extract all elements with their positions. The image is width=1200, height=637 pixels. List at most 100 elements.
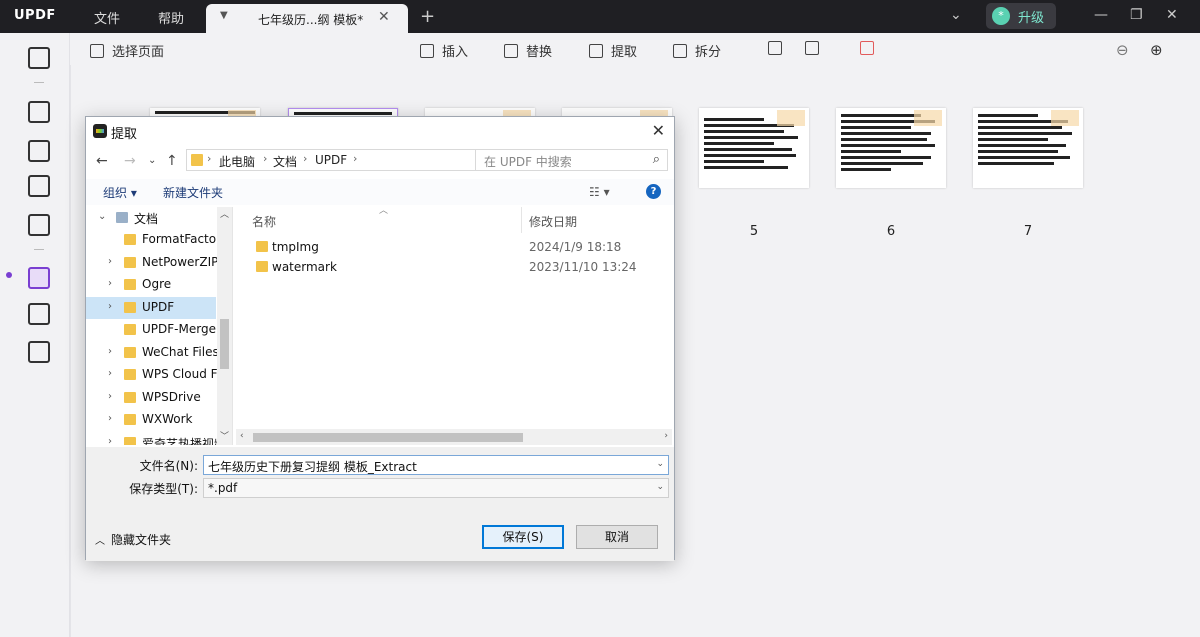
file-name: watermark — [272, 260, 337, 274]
crop-icon[interactable] — [28, 303, 50, 325]
tab-title: 七年级历...纲 模板* — [258, 13, 364, 27]
filetype-select[interactable]: *.pdf ⌄ — [203, 478, 669, 498]
folder-icon — [256, 241, 268, 252]
insert-button[interactable]: 插入 — [420, 41, 468, 60]
folder-icon — [256, 261, 268, 272]
comment-icon[interactable] — [28, 101, 50, 123]
page-thumbnail[interactable] — [699, 108, 809, 188]
list-hscrollbar[interactable]: ‹ › — [236, 429, 672, 445]
folder-icon — [124, 324, 136, 335]
chevron-up-icon: ︿ — [95, 536, 105, 547]
tree-item[interactable]: › WPSDrive — [86, 387, 216, 409]
tree-item-updf[interactable]: › UPDF — [86, 297, 216, 319]
zoom-out-icon[interactable]: ⊖ — [1116, 41, 1129, 59]
list-item[interactable]: tmpImg 2024/1/9 18:18 — [236, 237, 672, 257]
new-tab-icon[interactable]: + — [420, 6, 435, 27]
column-divider[interactable] — [521, 207, 522, 233]
file-modified: 2024/1/9 18:18 — [529, 240, 622, 254]
back-arrow-icon[interactable]: ← — [96, 153, 108, 169]
menu-help[interactable]: 帮助 — [158, 8, 184, 27]
cancel-button[interactable]: 取消 — [576, 525, 658, 549]
file-name: tmpImg — [272, 240, 319, 254]
filetype-label: 保存类型(T): — [129, 482, 198, 496]
column-header-modified[interactable]: 修改日期 — [529, 213, 577, 230]
reader-icon[interactable] — [28, 47, 50, 69]
new-folder-button[interactable]: 新建文件夹 — [163, 184, 223, 201]
hide-folders-toggle[interactable]: ︿ 隐藏文件夹 — [95, 531, 171, 548]
page-thumbnail[interactable] — [973, 108, 1083, 188]
rotate-left-icon — [768, 41, 782, 55]
dialog-title: 提取 — [111, 127, 138, 142]
select-pages-button[interactable]: 选择页面 — [90, 41, 164, 60]
tree-item[interactable]: › Ogre — [86, 274, 216, 296]
recent-dropdown-icon[interactable]: ⌄ — [148, 155, 156, 166]
organize-button[interactable]: 组织 ▾ — [103, 184, 137, 201]
pane-divider[interactable] — [232, 207, 233, 445]
rotate-right-button[interactable] — [805, 41, 827, 57]
help-icon[interactable]: ? — [646, 184, 661, 199]
chevron-down-icon[interactable]: ⌄ — [656, 459, 664, 469]
dialog-close-icon[interactable]: ✕ — [652, 121, 665, 140]
restore-icon[interactable]: ❐ — [1130, 7, 1143, 23]
file-modified: 2023/11/10 13:24 — [529, 260, 637, 274]
sparkle-icon: * — [992, 7, 1010, 25]
organize-pages-icon[interactable] — [28, 267, 50, 289]
tree-item[interactable]: FormatFactory — [86, 229, 228, 251]
column-header-name[interactable]: 名称 — [252, 213, 276, 230]
menu-file[interactable]: 文件 — [94, 8, 120, 27]
list-item[interactable]: watermark 2023/11/10 13:24 — [236, 257, 672, 277]
breadcrumb-updf[interactable]: UPDF — [315, 153, 347, 167]
active-indicator — [6, 272, 12, 278]
tree-item[interactable]: › WPS Cloud Fil — [86, 364, 223, 386]
form-icon[interactable] — [28, 175, 50, 197]
scroll-right-icon[interactable]: › — [664, 431, 668, 441]
delete-button[interactable] — [860, 41, 882, 57]
save-button[interactable]: 保存(S) — [482, 525, 564, 549]
rotate-left-button[interactable] — [768, 41, 790, 57]
zoom-in-icon[interactable]: ⊕ — [1150, 41, 1163, 59]
protect-icon[interactable] — [28, 214, 50, 236]
edit-icon[interactable] — [28, 140, 50, 162]
tab-close-icon[interactable]: ✕ — [378, 9, 390, 25]
scroll-left-icon[interactable]: ‹ — [240, 431, 244, 441]
filename-input[interactable]: 七年级历史下册复习提纲 模板_Extract ⌄ — [203, 455, 669, 475]
scroll-down-icon[interactable]: ﹀ — [220, 429, 229, 442]
search-input[interactable]: 在 UPDF 中搜索 ⌕ — [475, 149, 668, 171]
tree-scrollbar[interactable]: ︿ ﹀ — [217, 207, 232, 445]
split-button[interactable]: 拆分 — [673, 41, 721, 60]
scrollbar-thumb[interactable] — [220, 319, 229, 369]
chevron-down-icon[interactable]: ⌄ — [950, 7, 962, 23]
tab-dropdown-icon[interactable]: ▼ — [220, 10, 228, 21]
left-sidebar — [0, 33, 70, 637]
breadcrumb-this-pc[interactable]: 此电脑 — [219, 153, 255, 170]
close-window-icon[interactable]: ✕ — [1166, 7, 1178, 23]
document-tab[interactable]: ▼ 七年级历...纲 模板* ✕ — [206, 4, 408, 33]
scrollbar-thumb[interactable] — [253, 433, 523, 442]
tree-item[interactable]: › WXWork — [86, 409, 216, 431]
folder-icon — [124, 302, 136, 313]
tree-item[interactable]: › WeChat Files — [86, 342, 219, 364]
tree-item[interactable]: › NetPowerZIPD — [86, 252, 228, 274]
folder-icon — [124, 257, 136, 268]
breadcrumb-documents[interactable]: 文档 — [273, 153, 297, 170]
replace-button[interactable]: 替换 — [504, 41, 552, 60]
tree-item[interactable]: › 爱奇艺热播视频 — [86, 432, 226, 445]
tree-item-documents[interactable]: ⌄ 文档 — [86, 207, 216, 229]
minimize-icon[interactable]: — — [1094, 7, 1108, 23]
scroll-up-icon[interactable]: ︿ — [220, 207, 229, 220]
extract-button[interactable]: 提取 — [589, 41, 637, 60]
folder-icon — [124, 347, 136, 358]
replace-icon — [504, 44, 518, 58]
tree-item[interactable]: UPDF-Merge — [86, 319, 216, 341]
page-thumbnail[interactable] — [836, 108, 946, 188]
app-icon — [93, 124, 107, 138]
layers-icon[interactable] — [28, 341, 50, 363]
view-options-icon[interactable]: ☷ ▾ — [589, 185, 610, 199]
chevron-down-icon[interactable]: ⌄ — [656, 482, 664, 492]
up-arrow-icon[interactable]: ↑ — [166, 153, 178, 169]
file-list: ︿ 名称 修改日期 tmpImg 2024/1/9 18:18 watermar… — [236, 206, 672, 429]
chevron-right-icon: › — [207, 152, 212, 165]
upgrade-button[interactable]: * 升级 — [986, 3, 1056, 29]
app-logo: UPDF — [14, 8, 56, 23]
forward-arrow-icon[interactable]: → — [124, 153, 136, 169]
